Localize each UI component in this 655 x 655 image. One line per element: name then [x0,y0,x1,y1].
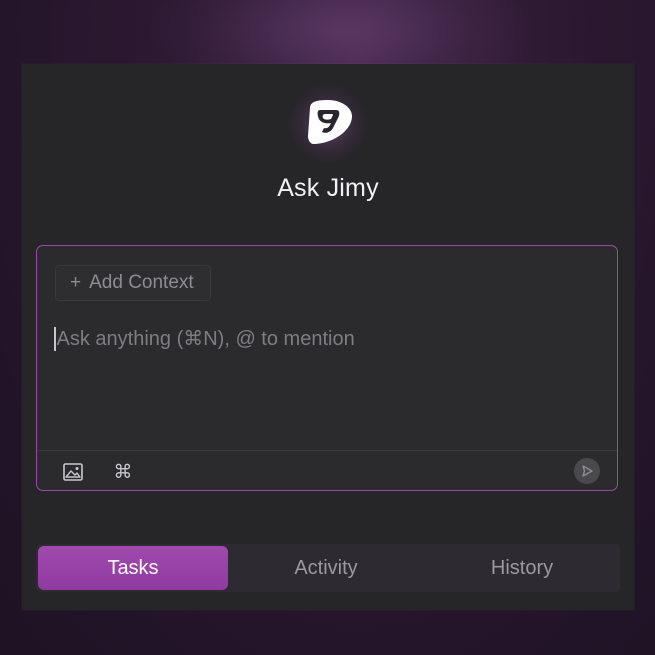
tab-tasks[interactable]: Tasks [38,546,228,590]
chat-panel: Ask Jimy + Add Context ⌘ Task [22,64,634,610]
view-tabs: Tasks Activity History [36,544,620,592]
commands-button[interactable]: ⌘ [110,459,136,485]
add-context-label: Add Context [89,272,194,293]
prompt-row [54,324,599,354]
plus-icon: + [70,272,82,293]
page-title: Ask Jimy [277,174,379,202]
tab-history[interactable]: History [424,544,620,592]
command-icon: ⌘ [113,461,133,483]
send-button[interactable] [574,458,600,484]
send-icon [582,465,593,477]
jimy-logo-icon [308,100,352,144]
composer-box: + Add Context ⌘ [36,245,618,491]
tab-activity[interactable]: Activity [228,544,424,592]
toolbar-divider [37,450,617,451]
image-icon [63,463,83,481]
prompt-input[interactable] [56,327,599,351]
add-context-button[interactable]: + Add Context [55,265,211,301]
attach-image-button[interactable] [60,459,86,485]
logo [286,84,370,164]
text-caret [54,327,56,351]
